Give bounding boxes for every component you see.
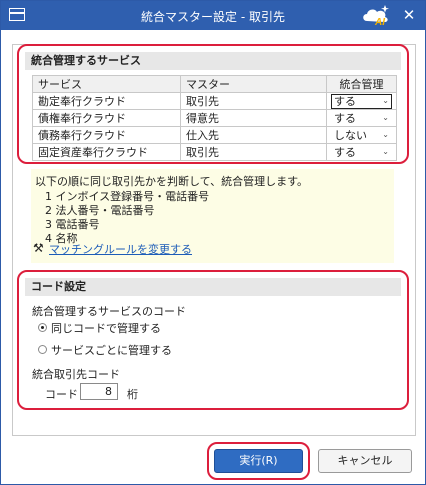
radio-same-code[interactable] xyxy=(38,323,47,332)
manage-select[interactable]: する ⌄ xyxy=(326,143,397,161)
manage-value: しない xyxy=(334,128,367,142)
master-name: 得意先 xyxy=(180,109,327,127)
manage-value: する xyxy=(334,94,356,108)
service-name: 債権奉行クラウド xyxy=(32,109,181,127)
digits-unit-label: 桁 xyxy=(127,388,138,401)
radio-per-service[interactable] xyxy=(38,345,47,354)
wrench-icon: ⚒ xyxy=(33,241,44,255)
column-header-service: サービス xyxy=(32,75,181,93)
code-settings-heading: コード設定 xyxy=(25,278,401,296)
service-code-label: 統合管理するサービスのコード xyxy=(32,305,186,318)
dialog-window: 統合マスター設定 - 取引先 AI ✕ 統合管理するサービス サービス マスター… xyxy=(0,0,426,485)
chevron-down-icon: ⌄ xyxy=(382,129,389,139)
code-label: コード xyxy=(45,388,78,401)
service-name: 固定資産奉行クラウド xyxy=(32,143,181,161)
manage-select[interactable]: する ⌄ xyxy=(326,92,397,110)
column-header-master: マスター xyxy=(180,75,327,93)
change-matching-rule-link[interactable]: マッチングルールを変更する xyxy=(49,241,192,257)
table-header-row: サービス マスター 統合管理 xyxy=(32,75,397,93)
manage-value: する xyxy=(334,145,356,159)
master-name: 仕入先 xyxy=(180,126,327,144)
table-row: 固定資産奉行クラウド 取引先 する ⌄ xyxy=(32,143,397,161)
master-name: 取引先 xyxy=(180,143,327,161)
cancel-button[interactable]: キャンセル xyxy=(318,449,412,473)
services-heading: 統合管理するサービス xyxy=(25,52,401,70)
chevron-down-icon: ⌄ xyxy=(382,112,389,122)
table-row: 債務奉行クラウド 仕入先 しない ⌄ xyxy=(32,126,397,144)
manage-select[interactable]: しない ⌄ xyxy=(326,126,397,144)
partner-code-label: 統合取引先コード xyxy=(32,368,120,381)
manage-select[interactable]: する ⌄ xyxy=(326,109,397,127)
master-name: 取引先 xyxy=(180,92,327,110)
service-name: 勘定奉行クラウド xyxy=(32,92,181,110)
radio-per-service-label[interactable]: サービスごとに管理する xyxy=(51,342,172,358)
radio-same-code-label[interactable]: 同じコードで管理する xyxy=(51,320,161,336)
close-button[interactable]: ✕ xyxy=(401,7,417,23)
service-name: 債務奉行クラウド xyxy=(32,126,181,144)
run-button[interactable]: 実行(R) xyxy=(214,449,303,473)
column-header-manage: 統合管理 xyxy=(326,75,397,93)
table-row: 債権奉行クラウド 得意先 する ⌄ xyxy=(32,109,397,127)
manage-value: する xyxy=(334,111,356,125)
ai-badge-text: AI xyxy=(374,17,385,27)
code-digits-input[interactable]: 8 xyxy=(80,383,118,400)
table-row: 勘定奉行クラウド 取引先 する ⌄ xyxy=(32,92,397,110)
chevron-down-icon: ⌄ xyxy=(382,95,389,105)
ai-cloud-icon: AI xyxy=(363,5,389,27)
title-bar: 統合マスター設定 - 取引先 AI ✕ xyxy=(1,1,425,30)
services-table: サービス マスター 統合管理 勘定奉行クラウド 取引先 する ⌄ 債権奉行クラウド… xyxy=(32,75,397,161)
chevron-down-icon: ⌄ xyxy=(382,146,389,156)
info-intro: 以下の順に同じ取引先かを判断して、統合管理します。 xyxy=(35,175,309,188)
